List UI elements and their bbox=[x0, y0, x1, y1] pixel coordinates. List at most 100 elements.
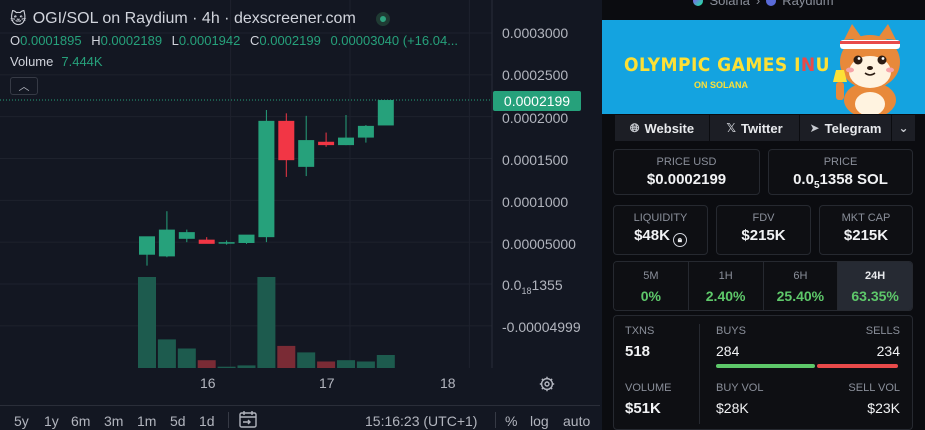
volume-bar bbox=[257, 277, 276, 368]
breadcrumb: Solana › Raydium bbox=[602, 0, 925, 20]
candle-body bbox=[238, 234, 255, 244]
sells-ratio-bar bbox=[817, 364, 898, 368]
volume-bar bbox=[138, 277, 156, 368]
clock-time: 15:16:23 (UTC+1) bbox=[365, 413, 478, 429]
x-logo-icon: 𝕏 bbox=[726, 121, 736, 135]
tab-24h[interactable]: 24H 63.35% bbox=[838, 262, 912, 310]
price-native-label: PRICE bbox=[823, 156, 858, 168]
txns-value: 518 bbox=[625, 343, 651, 360]
liquidity-card: LIQUIDITY $48K 🔒︎ bbox=[613, 205, 708, 255]
calendar-icon[interactable] bbox=[238, 410, 260, 430]
collapse-legend-button[interactable]: ︿ bbox=[10, 77, 38, 95]
volume-bar bbox=[237, 365, 256, 368]
chart-pane[interactable]: 🐱 OGI/SOL on Raydium · 4h · dexscreener.… bbox=[0, 0, 600, 430]
timeframe-tabs: 5M 0% 1H 2.40% 6H 25.40% 24H 63.35% bbox=[613, 261, 913, 311]
range-1y-button[interactable]: 1y bbox=[44, 413, 59, 429]
log-scale-button[interactable]: log bbox=[530, 413, 549, 429]
telegram-label: Telegram bbox=[824, 120, 882, 136]
social-links: 🌐︎ Website 𝕏 Twitter ➤ Telegram ⌄ bbox=[615, 115, 915, 141]
volume-bar bbox=[317, 361, 336, 368]
range-5y-button[interactable]: 5y bbox=[14, 413, 29, 429]
chevron-up-icon: ︿ bbox=[18, 81, 30, 93]
chevron-down-icon: ⌄ bbox=[898, 121, 909, 135]
price-native-prefix: 0.0 bbox=[793, 171, 814, 188]
token-logo-icon: 🐱 bbox=[10, 11, 27, 28]
percent-scale-button[interactable]: % bbox=[505, 413, 517, 429]
banner-title-part: U bbox=[815, 54, 831, 76]
close-value: 0.0002199 bbox=[259, 33, 321, 48]
tab-label: 24H bbox=[865, 270, 886, 282]
candle-body bbox=[318, 141, 335, 146]
twitter-label: Twitter bbox=[741, 120, 783, 136]
price-native-value: 0.051358 SOL bbox=[769, 171, 912, 191]
shiba-mascot-icon bbox=[833, 24, 900, 114]
price-native-suffix: 1358 SOL bbox=[819, 171, 888, 188]
candle-body bbox=[139, 236, 155, 255]
buys-value: 284 bbox=[716, 343, 740, 359]
open-label: O bbox=[10, 33, 21, 48]
buy-vol-label: BUY VOL bbox=[716, 382, 764, 394]
sell-vol-value: $23K bbox=[867, 400, 900, 416]
price-usd-value: $0.0002199 bbox=[646, 171, 727, 188]
liquidity-label: LIQUIDITY bbox=[633, 212, 688, 224]
twitter-button[interactable]: 𝕏 Twitter bbox=[710, 115, 800, 141]
tab-5m[interactable]: 5M 0% bbox=[614, 262, 689, 310]
banner-title-part: N bbox=[800, 54, 816, 76]
y-tick-label: 0.0181355 bbox=[502, 277, 563, 296]
telegram-button[interactable]: ➤ Telegram bbox=[800, 115, 892, 141]
tab-label: 6H bbox=[793, 270, 808, 282]
toolbar-divider bbox=[495, 412, 496, 428]
stats-divider bbox=[699, 324, 700, 424]
x-tick-label: 16 bbox=[200, 375, 216, 391]
auto-scale-button[interactable]: auto bbox=[563, 413, 590, 429]
candle-body bbox=[357, 125, 374, 138]
candle-body bbox=[258, 120, 275, 238]
y-tick-label: 0.00005000 bbox=[502, 236, 576, 252]
chart-bottom-toolbar: 5y 1y 6m 3m 1m 5d 1d 15:16:23 (UTC+1) % … bbox=[0, 405, 600, 430]
toolbar-divider bbox=[228, 412, 229, 428]
sells-label: SELLS bbox=[865, 325, 900, 337]
volume-bar bbox=[337, 360, 355, 368]
range-3m-button[interactable]: 3m bbox=[104, 413, 123, 429]
y-tick-suffix: 1355 bbox=[531, 277, 563, 293]
volume-readout: Volume 7.444K bbox=[10, 54, 103, 69]
open-value: 0.0001895 bbox=[20, 33, 82, 48]
mkt-cap-value: $215K bbox=[843, 227, 889, 244]
website-button[interactable]: 🌐︎ Website bbox=[615, 115, 710, 141]
candle-body bbox=[278, 120, 295, 161]
gear-icon[interactable] bbox=[538, 375, 556, 393]
price-native-card: PRICE 0.051358 SOL bbox=[768, 149, 913, 195]
tab-label: 1H bbox=[718, 270, 733, 282]
more-links-button[interactable]: ⌄ bbox=[892, 115, 915, 141]
x-tick-label: 18 bbox=[440, 375, 456, 391]
tab-1h[interactable]: 1H 2.40% bbox=[688, 262, 764, 310]
change-value: 0.00003040 (+16.04... bbox=[330, 33, 459, 48]
range-1d-button[interactable]: 1d bbox=[199, 413, 215, 429]
y-tick-label: -0.00004999 bbox=[502, 319, 581, 335]
volume-bar bbox=[197, 360, 216, 368]
range-1m-button[interactable]: 1m bbox=[137, 413, 156, 429]
chevron-right-icon: › bbox=[755, 0, 761, 8]
candle-body bbox=[218, 242, 235, 244]
high-value: 0.0002189 bbox=[100, 33, 163, 48]
buy-vol-value: $28K bbox=[716, 400, 749, 416]
telegram-icon: ➤ bbox=[809, 121, 820, 135]
fdv-card: FDV $215K bbox=[716, 205, 811, 255]
volume-label: Volume bbox=[10, 54, 54, 69]
y-tick-subscript: 18 bbox=[521, 285, 532, 296]
tab-6h[interactable]: 6H 25.40% bbox=[763, 262, 839, 310]
volume-bar bbox=[297, 352, 316, 368]
lock-icon[interactable]: 🔒︎ bbox=[672, 233, 687, 247]
ohlc-readout: O0.0001895 H0.0002189 L0.0001942 C0.0002… bbox=[10, 33, 492, 48]
price-usd-label: PRICE USD bbox=[656, 156, 717, 168]
pair-title: OGI/SOL on Raydium · 4h · dexscreener.co… bbox=[32, 10, 356, 27]
fdv-label: FDV bbox=[752, 212, 775, 224]
range-5d-button[interactable]: 5d bbox=[170, 413, 186, 429]
breadcrumb-dex[interactable]: Raydium bbox=[782, 0, 833, 8]
volume-bar bbox=[177, 348, 196, 368]
buys-label: BUYS bbox=[716, 325, 746, 337]
range-6m-button[interactable]: 6m bbox=[71, 413, 90, 429]
price-usd-card: PRICE USD $0.0002199 bbox=[613, 149, 760, 195]
breadcrumb-chain[interactable]: Solana bbox=[709, 0, 749, 8]
globe-icon: 🌐︎ bbox=[629, 120, 640, 135]
